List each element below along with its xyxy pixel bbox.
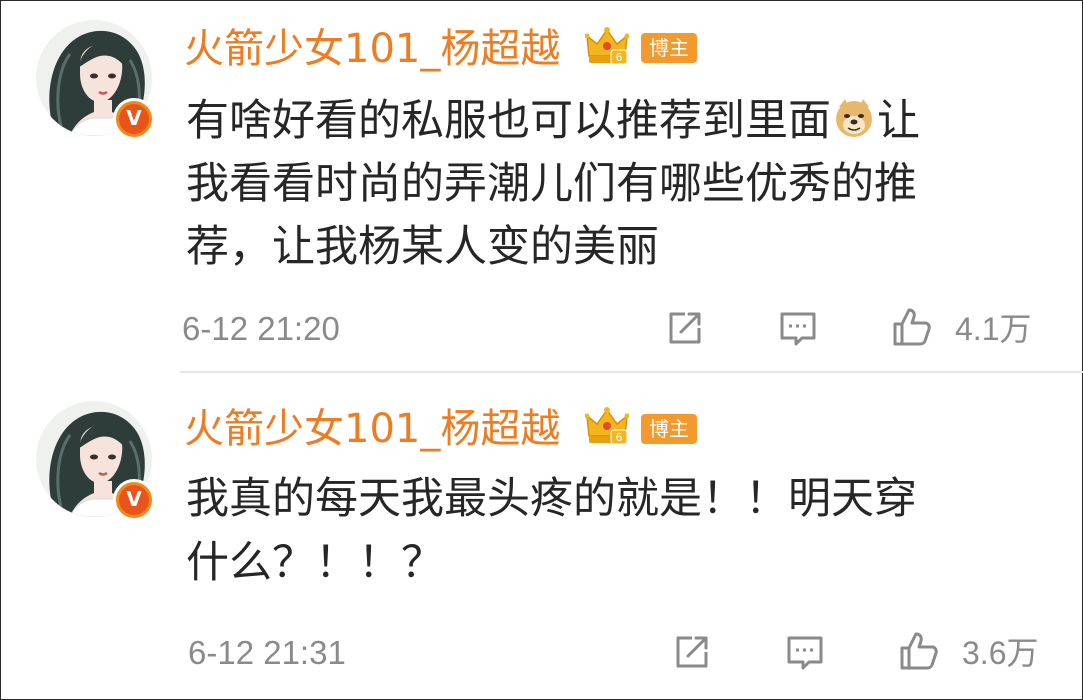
comment-timestamp: 6-12 21:20	[182, 310, 340, 347]
like-count: 4.1万	[955, 311, 1032, 347]
doge-emoji-icon	[836, 99, 872, 137]
username-link[interactable]: 火箭少女101_杨超越	[184, 25, 560, 73]
svg-text:6: 6	[616, 431, 623, 444]
comment-text-segment: 有啥好看的私服也可以推荐到里面	[186, 96, 831, 146]
comment-text-segment: 让	[877, 96, 920, 146]
blogger-tag-badge: 博主	[641, 414, 697, 444]
comment-text-line: 荐，让我杨某人变的美丽	[186, 222, 659, 272]
comment-icon[interactable]	[776, 306, 820, 350]
like-count: 3.6万	[962, 635, 1039, 671]
like-icon[interactable]	[889, 304, 933, 348]
comment-icon[interactable]	[783, 630, 827, 674]
comment-text-line: 什么？！！？	[186, 538, 444, 588]
repost-icon[interactable]	[663, 306, 707, 350]
verified-badge-icon: V	[113, 479, 155, 521]
svg-text:6: 6	[616, 51, 623, 64]
repost-icon[interactable]	[670, 630, 714, 674]
like-icon[interactable]	[896, 628, 940, 672]
comment-text-line: 我真的每天我最头疼的就是！！明天穿	[186, 474, 917, 524]
comment-divider	[180, 371, 1083, 373]
comment-text-line: 有啥好看的私服也可以推荐到里面 让	[186, 90, 920, 153]
blogger-tag-badge: 博主	[641, 33, 697, 63]
comment-timestamp: 6-12 21:31	[188, 634, 346, 671]
crown-level-icon[interactable]: 6	[585, 406, 629, 446]
username-link[interactable]: 火箭少女101_杨超越	[184, 405, 560, 453]
comment-text-line: 我看看时尚的弄潮儿们有哪些优秀的推	[186, 159, 917, 209]
verified-badge-icon: V	[113, 98, 155, 140]
crown-level-icon[interactable]: 6	[585, 26, 629, 66]
